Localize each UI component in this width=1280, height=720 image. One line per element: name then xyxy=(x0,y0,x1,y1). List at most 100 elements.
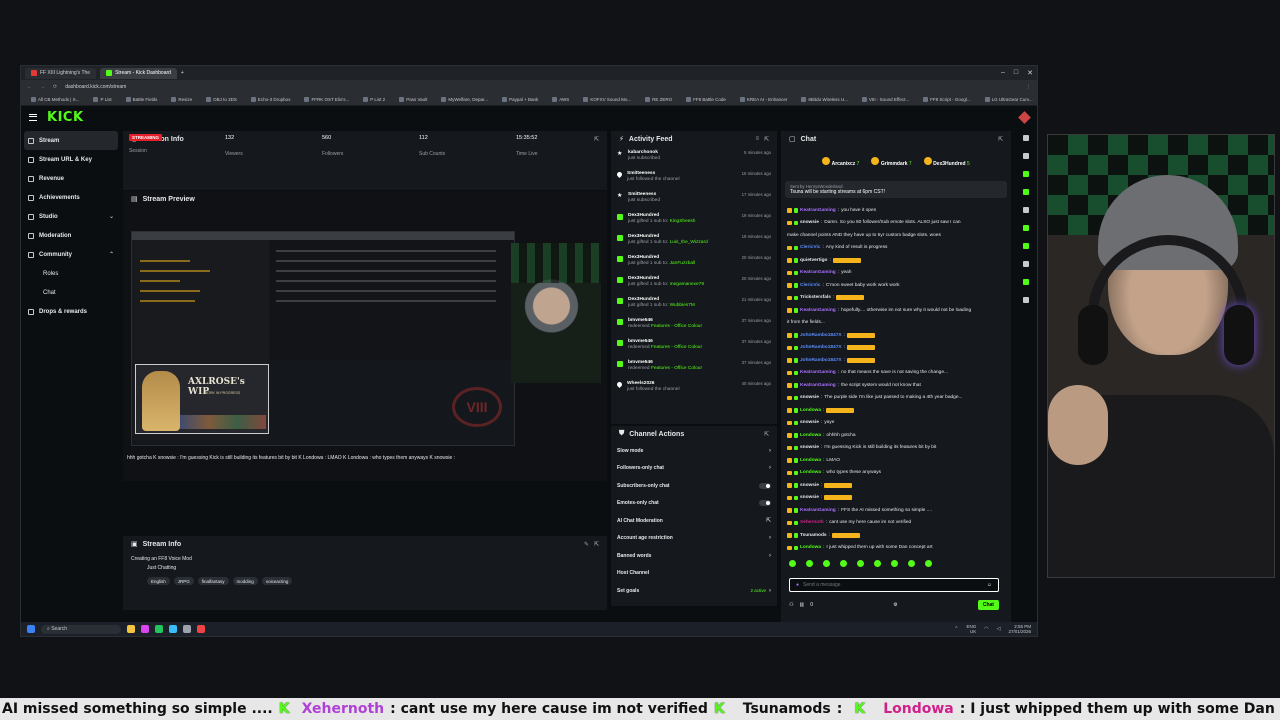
chat-username[interactable]: quietvertigo xyxy=(800,258,827,263)
tag-pill[interactable]: modding xyxy=(232,577,258,585)
chat-message[interactable]: snowsie: xyxy=(787,479,1005,492)
emote-icon[interactable] xyxy=(840,560,847,567)
activity-user[interactable]: Wheels2026 xyxy=(627,381,680,386)
edit-icon[interactable]: ✎ xyxy=(584,541,589,548)
bookmark-item[interactable]: Battle Fields xyxy=(125,97,157,102)
emote-icon[interactable] xyxy=(789,560,796,567)
emote-icon[interactable] xyxy=(908,560,915,567)
clip-icon[interactable] xyxy=(1023,207,1029,213)
emoji-icon[interactable]: ☺ xyxy=(987,582,992,588)
minimize-icon[interactable]: – xyxy=(1001,69,1005,77)
chat-message[interactable]: snowsie: xyxy=(787,492,1005,505)
chat-message[interactable]: KeatranGaming: no that means the save is… xyxy=(787,367,1005,380)
chat-message[interactable]: JohnRambo1847X: xyxy=(787,329,1005,342)
chat-bubble-icon[interactable] xyxy=(1023,225,1029,231)
bookmark-item[interactable]: MyWelfare, Depar... xyxy=(441,97,488,102)
bookmark-item[interactable]: Pass Vault xyxy=(399,97,427,102)
chat-input[interactable] xyxy=(803,582,983,588)
leaderboard-entry[interactable]: Dex3Hundred 5 xyxy=(923,157,970,167)
bookmark-item[interactable]: Echo-3 Dropbox xyxy=(250,97,290,102)
app-icon[interactable] xyxy=(169,625,177,633)
bookmark-item[interactable]: LG UltraGear Curv... xyxy=(984,97,1033,102)
app-icon[interactable] xyxy=(183,625,191,633)
points-icon[interactable]: ⚇ xyxy=(789,602,793,608)
sidebar-item-studio[interactable]: Studio ⌄ xyxy=(21,207,121,226)
action-followers-only-chat[interactable]: Followers-only chat › xyxy=(611,460,777,478)
url-field[interactable]: dashboard.kick.com/stream xyxy=(65,84,1018,90)
chat-username[interactable]: KeatranGaming xyxy=(800,383,836,388)
chat-username[interactable]: snowsie xyxy=(800,445,819,450)
new-tab-button[interactable]: + xyxy=(181,70,184,76)
chevron-up-icon[interactable]: ⌃ xyxy=(954,626,958,632)
send-chat-button[interactable]: Chat xyxy=(977,600,999,610)
kick-logo[interactable]: KICK xyxy=(47,110,84,125)
chat-message[interactable]: JohnRambo1847X: xyxy=(787,354,1005,367)
chat-message[interactable]: Trickstersfals: xyxy=(787,292,1005,305)
chat-username[interactable]: snowsie xyxy=(800,420,819,425)
reload-icon[interactable]: ⟳ xyxy=(53,84,57,90)
clock[interactable]: 2:55 PM 27/01/2026 xyxy=(1008,624,1031,634)
chat-username[interactable]: Londowa xyxy=(800,458,821,463)
chat-username[interactable]: Xehernoth xyxy=(800,520,824,525)
mic-icon[interactable]: ● xyxy=(796,582,799,588)
chat-username[interactable]: KeatranGaming xyxy=(800,508,836,513)
bookmark-item[interactable]: P List 2 xyxy=(363,97,385,102)
emote-icon[interactable] xyxy=(925,560,932,567)
puzzle-icon[interactable] xyxy=(1023,297,1029,303)
activity-user[interactable]: Dex3Hundred xyxy=(628,276,704,281)
activity-user[interactable]: Dex3Hundred xyxy=(628,297,695,302)
pen-icon[interactable] xyxy=(1023,153,1029,159)
back-icon[interactable]: ← xyxy=(27,84,32,90)
browser-icon[interactable] xyxy=(155,625,163,633)
activity-user[interactable]: kabarchonok xyxy=(628,150,660,155)
filter-icon[interactable]: ≡ xyxy=(755,136,759,142)
popout-icon[interactable]: ⇱ xyxy=(764,431,769,438)
sidebar-item-moderation[interactable]: Moderation xyxy=(21,226,121,245)
chat-username[interactable]: KeatranGaming xyxy=(800,270,836,275)
leaderboard-entry[interactable]: Arcanixcz 7 xyxy=(822,157,859,167)
bookmark-item[interactable]: Resize xyxy=(171,97,192,102)
chat-username[interactable]: Tsunamods xyxy=(800,533,827,538)
popout-icon[interactable]: ⇱ xyxy=(998,136,1003,143)
bookmark-item[interactable]: All CB Methods | S... xyxy=(31,97,79,102)
chat-username[interactable]: snowsie xyxy=(800,483,819,488)
action-host-channel[interactable]: Host Channel xyxy=(611,565,777,583)
sidebar-item-stream[interactable]: Stream xyxy=(24,131,118,150)
chat-username[interactable]: ClericVic xyxy=(800,245,820,250)
app-icon[interactable] xyxy=(141,625,149,633)
info-icon[interactable] xyxy=(1023,135,1029,141)
settings-icon[interactable]: ⚙ xyxy=(893,602,897,608)
action-account-age-restriction[interactable]: Account age restriction › xyxy=(611,530,777,548)
chat-username[interactable]: Londowa xyxy=(800,433,821,438)
wrench-icon[interactable] xyxy=(1023,279,1029,285)
bookmark-item[interactable]: AWS xyxy=(552,97,569,102)
chat-message[interactable]: Tsunamods: xyxy=(787,529,1005,542)
chat-username[interactable]: snowsie xyxy=(800,495,819,500)
sidebar-item-revenue[interactable]: Revenue xyxy=(21,169,121,188)
action-emotes-only-chat[interactable]: Emotes-only chat xyxy=(611,495,777,513)
taskbar-search[interactable]: ⌕ Search xyxy=(41,624,121,634)
tab-ff13[interactable]: FF XIII Lightning's The xyxy=(25,67,97,79)
bookmark-item[interactable]: FF8 Battle Code xyxy=(686,97,726,102)
chat-message[interactable]: make channel points AND they have up to … xyxy=(787,229,1005,242)
forward-icon[interactable]: → xyxy=(40,84,45,90)
mod-tools-icon[interactable] xyxy=(1023,171,1029,177)
tag-pill[interactable]: finalfantasy xyxy=(197,577,229,585)
chat-message[interactable]: ClericVic: C'mon sweet baby work work wo… xyxy=(787,279,1005,292)
sidebar-item-achievements[interactable]: Achievements xyxy=(21,188,121,207)
chevron-icon[interactable]: ⌄ xyxy=(109,213,114,220)
chat-message[interactable]: KeatranGaming: you have it open xyxy=(787,204,1005,217)
bookmark-item[interactable]: 8Bitdo Wireless U... xyxy=(801,97,848,102)
bookmark-item[interactable]: Paypal + Bank xyxy=(502,97,538,102)
chat-message[interactable]: Londowa: who types these anyways xyxy=(787,467,1005,480)
chat-message[interactable]: snowsie: I'm guessing Kick is still buil… xyxy=(787,442,1005,455)
chat-username[interactable]: JohnRambo1847X xyxy=(800,358,842,363)
action-banned-words[interactable]: Banned words › xyxy=(611,547,777,565)
sidebar-item-drops-rewards[interactable]: Drops & rewards xyxy=(21,302,121,321)
bookmark-item[interactable]: FFRK OST Elio's... xyxy=(304,97,349,102)
chat-message[interactable]: ClericVic: Any kind of result is progres… xyxy=(787,242,1005,255)
popout-icon[interactable]: ⇱ xyxy=(594,541,599,548)
bookmark-item[interactable]: KOFXV Sound Mo... xyxy=(583,97,631,102)
emote-icon[interactable] xyxy=(891,560,898,567)
bolt-icon[interactable] xyxy=(1023,189,1029,195)
